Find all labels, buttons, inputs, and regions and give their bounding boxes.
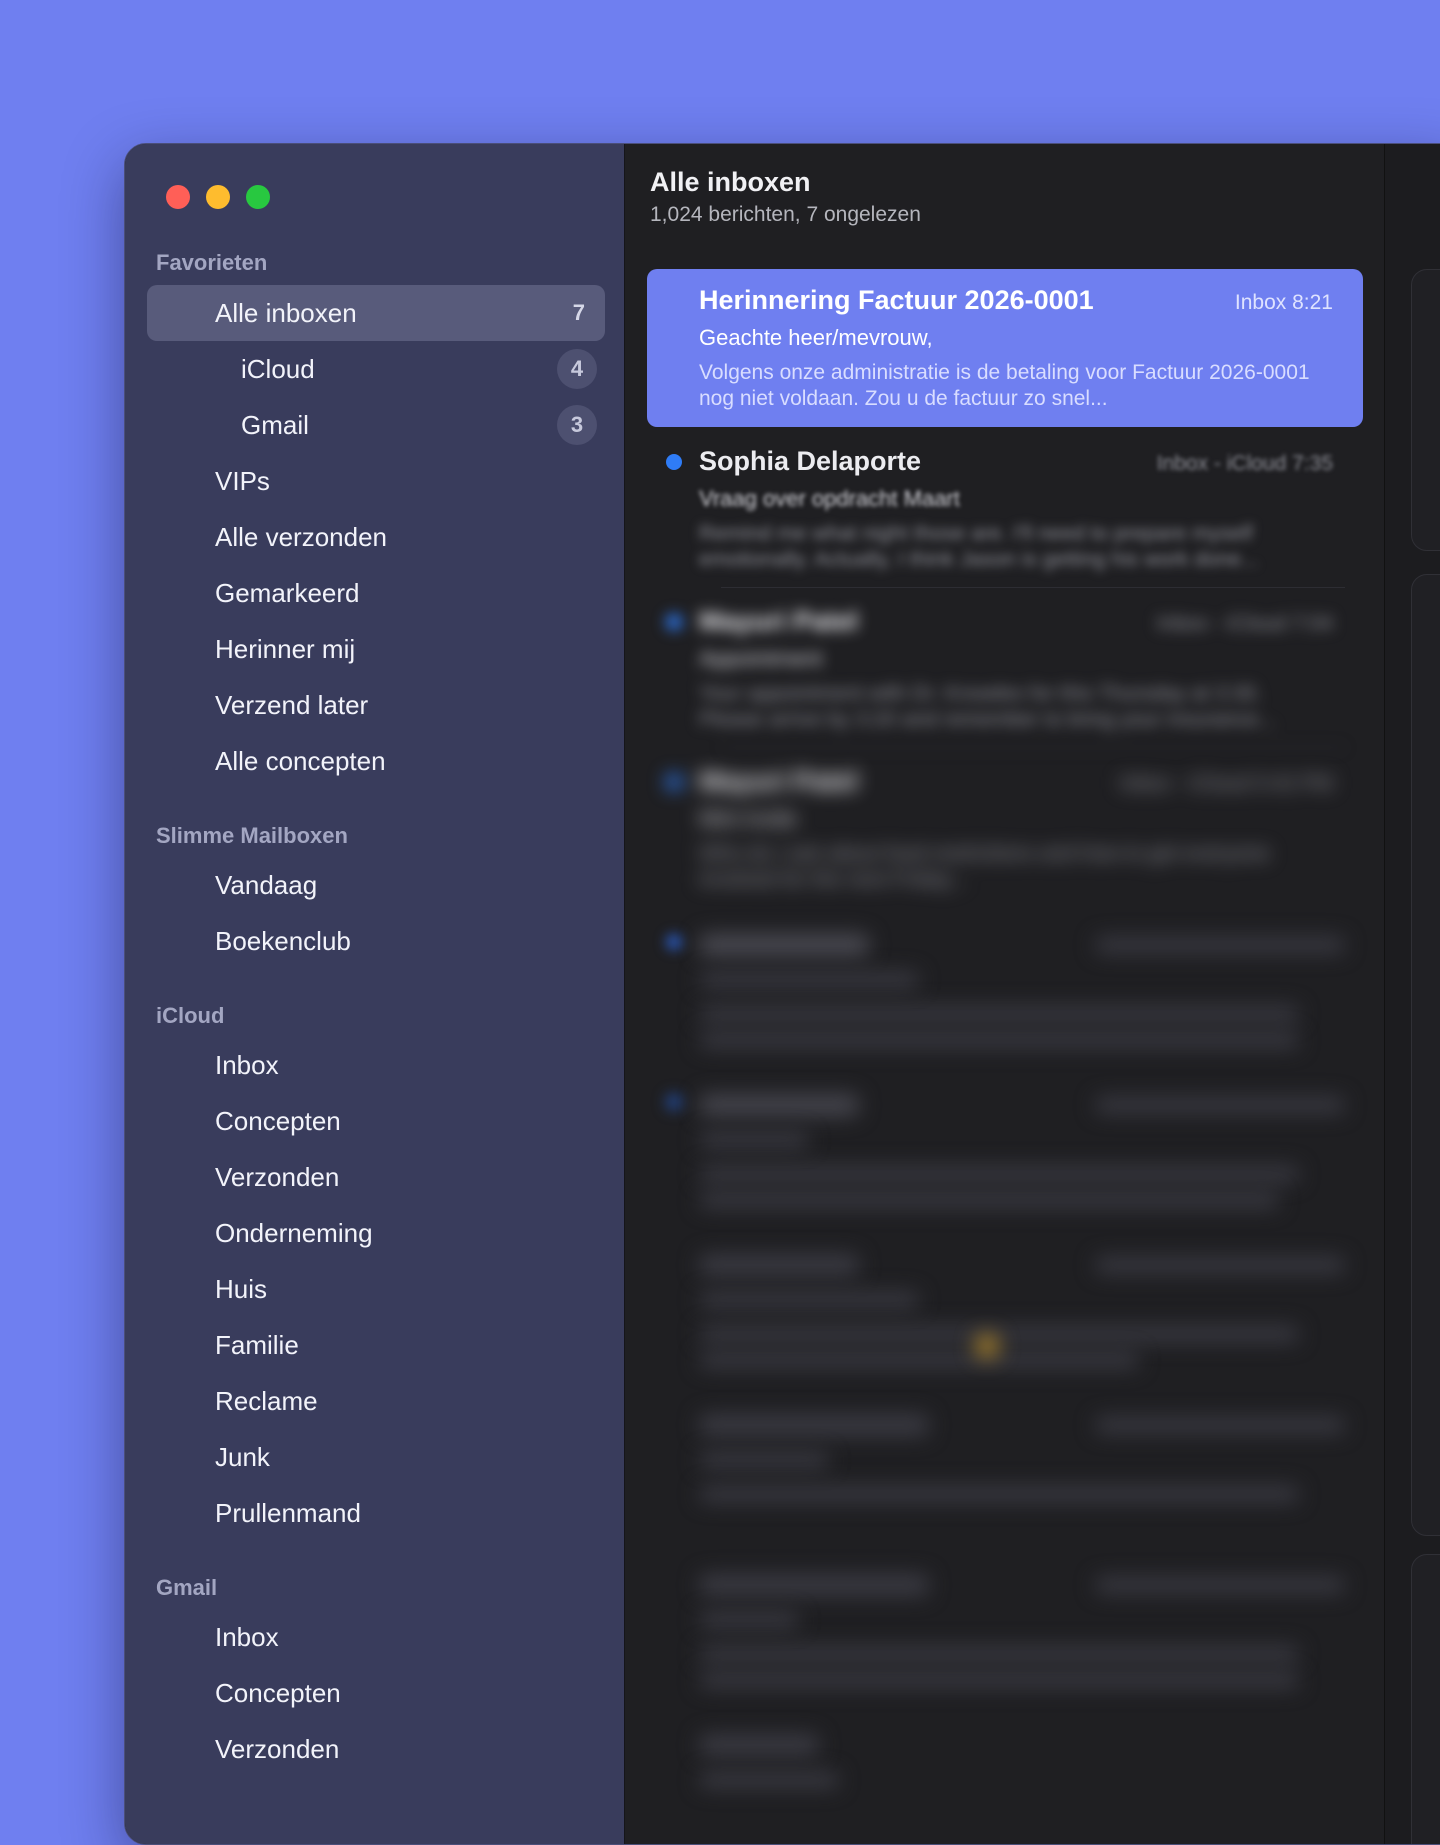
sidebar-item-send-later[interactable]: Verzend later [147,677,605,733]
sidebar-item-family[interactable]: Familie [147,1317,605,1373]
sidebar-item-gmail[interactable]: Gmail 3 [147,397,605,453]
sidebar-item-label: Huis [215,1273,268,1304]
unread-badge: 4 [557,349,597,389]
message-sender: Mayuri Patel [699,766,859,796]
sidebar-item-label: Prullenmand [215,1497,361,1528]
sidebar-item-label: Familie [215,1329,299,1360]
mail-window: Favorieten Alle inboxen 7 iCloud 4 Gmail… [124,143,1440,1845]
sidebar-item-label: Concepten [215,1105,341,1136]
message-subject: Appointment [699,646,823,671]
message-meta: Inbox - iCloud 7:04 [1156,612,1333,635]
sidebar-item-label: Verzend later [215,689,369,720]
mailbox-summary: 1,024 berichten, 7 ongelezen [650,203,921,226]
message-subject: Mini invite [699,806,797,831]
message-sender: Mayuri Patel [699,606,859,636]
sidebar-item-label: Verzonden [215,1161,340,1192]
sidebar-item-label: Inbox [215,1621,279,1652]
sidebar-item-icloud-sent[interactable]: Verzonden [147,1149,605,1205]
message-row[interactable]: Sophia Delaporte Inbox - iCloud 7:35 Vra… [647,430,1363,588]
sidebar-item-label: Alle verzonden [215,521,387,552]
sidebar-item-label: Alle inboxen [215,297,357,328]
unread-badge: 3 [557,405,597,445]
section-title-favorites: Favorieten [156,250,268,275]
sidebar-item-remind-me[interactable]: Herinner mij [147,621,605,677]
sidebar-item-label: Herinner mij [215,633,356,664]
close-button[interactable] [166,185,190,209]
message-sender: Sophia Delaporte [699,446,922,476]
message-meta: Inbox - iCloud 7:35 [1156,452,1333,475]
message-meta: Inbox 8:21 [1234,291,1333,314]
message-row-selected[interactable]: Herinnering Factuur 2026-0001 Inbox 8:21… [647,269,1363,427]
sidebar-item-flagged[interactable]: Gemarkeerd [147,565,605,621]
sidebar-item-home[interactable]: Huis [147,1261,605,1317]
unread-dot-icon [666,614,682,630]
window-controls [166,185,270,209]
sidebar-item-gmail-inbox[interactable]: Inbox [147,1609,605,1665]
message-preview: Remind me what night those are. I'll nee… [699,522,1259,571]
message-list: Alle inboxen 1,024 berichten, 7 ongeleze… [625,144,1383,1844]
sidebar-item-all-inboxes[interactable]: Alle inboxen 7 [147,285,605,341]
section-title-gmail: Gmail [156,1575,218,1600]
zoom-button[interactable] [246,185,270,209]
section-title-smart-mailboxes: Slimme Mailboxen [156,823,348,848]
sidebar-item-today[interactable]: Vandaag [147,857,605,913]
preview-card [1411,1554,1440,1844]
sidebar-item-all-drafts[interactable]: Alle concepten [147,733,605,789]
sidebar-item-advertising[interactable]: Reclame [147,1373,605,1429]
sidebar-item-label: Alle concepten [215,745,386,776]
sidebar-item-label: Gemarkeerd [215,577,360,608]
message-row[interactable]: Mayuri Patel Inbox - iCloud 5:42 PM Mini… [647,750,1363,908]
sidebar-item-label: Concepten [215,1677,341,1708]
unread-count: 7 [572,300,585,325]
message-sender: Herinnering Factuur 2026-0001 [699,285,1094,315]
sidebar-item-icloud[interactable]: iCloud 4 [147,341,605,397]
message-subject: Geachte heer/mevrouw, [699,325,933,350]
sidebar-item-gmail-sent[interactable]: Verzonden [147,1721,605,1777]
sidebar: Favorieten Alle inboxen 7 iCloud 4 Gmail… [125,144,625,1844]
sidebar-item-label: Gmail [241,409,309,440]
sidebar-item-icloud-inbox[interactable]: Inbox [147,1037,605,1093]
sidebar-item-label: Verzonden [215,1733,340,1764]
message-subject: Vraag over opdracht Maart [699,486,960,511]
unread-dot-icon [666,774,682,790]
sidebar-item-book-club[interactable]: Boekenclub [147,913,605,969]
sidebar-item-label: Junk [215,1441,270,1472]
sidebar-item-label: Vandaag [215,869,318,900]
message-preview: Your appointment with Dr. Knowles for th… [699,682,1276,731]
sidebar-item-all-sent[interactable]: Alle verzonden [147,509,605,565]
sidebar-item-label: Inbox [215,1049,279,1080]
sidebar-item-label: Boekenclub [215,925,351,956]
sidebar-item-vips[interactable]: VIPs [147,453,605,509]
sidebar-item-trash[interactable]: Prullenmand [147,1485,605,1541]
section-title-icloud: iCloud [156,1003,225,1028]
sidebar-item-junk[interactable]: Junk [147,1429,605,1485]
sidebar-item-business[interactable]: Onderneming [147,1205,605,1261]
message-meta: Inbox - iCloud 5:42 PM [1119,772,1333,795]
message-preview: Volgens onze administratie is de betalin… [699,361,1310,410]
message-preview-pane [1384,144,1440,1844]
row-divider [721,747,1345,748]
unread-dot-icon [666,454,682,470]
message-row[interactable]: Mayuri Patel Inbox - iCloud 7:04 Appoint… [647,590,1363,748]
message-preview: Who do I ask about food restrictions and… [699,842,1270,891]
minimize-button[interactable] [206,185,230,209]
sidebar-item-label: VIPs [215,465,270,496]
mailbox-title: Alle inboxen [650,167,811,197]
sidebar-item-label: iCloud [241,353,315,384]
preview-card [1411,574,1440,1536]
sidebar-item-label: Onderneming [215,1217,373,1248]
sidebar-item-icloud-drafts[interactable]: Concepten [147,1093,605,1149]
sidebar-item-gmail-drafts[interactable]: Concepten [147,1665,605,1721]
row-divider [721,587,1345,588]
sidebar-item-label: Reclame [215,1385,318,1416]
preview-card [1411,269,1440,551]
